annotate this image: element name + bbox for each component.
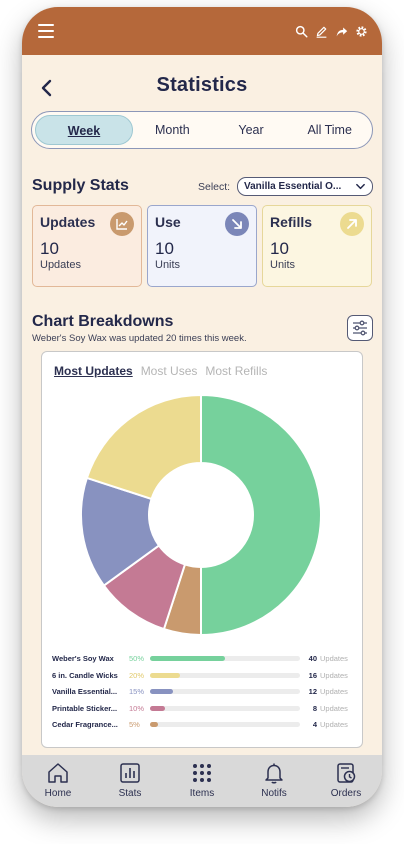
legend-row: 6 in. Candle Wicks 20% 16 Updates (52, 667, 352, 684)
donut-slice[interactable] (85, 394, 202, 501)
nav-notifs[interactable]: Notifs (242, 761, 306, 799)
chart-card: Most Updates Most Uses Most Refills Webe… (41, 351, 363, 748)
share-icon[interactable] (335, 25, 348, 38)
legend-row: Cedar Fragrance... 5% 4 Updates (52, 716, 352, 733)
legend-bar-track (150, 672, 300, 678)
tab-most-refills[interactable]: Most Refills (205, 364, 267, 378)
nav-label: Home (44, 788, 72, 799)
legend-unit: Updates (320, 687, 348, 697)
card-value: 10 (270, 239, 289, 258)
legend-unit: Updates (320, 654, 348, 663)
legend-unit: Updates (320, 720, 348, 730)
edit-pencil-icon[interactable] (315, 25, 328, 38)
legend-name: Weber's Soy Wax (52, 654, 114, 663)
nav-orders[interactable]: Orders (314, 761, 378, 799)
card-value: 10 (40, 239, 59, 258)
legend-name: Vanilla Essential... (52, 687, 118, 697)
legend-bar-track (150, 705, 300, 711)
legend-bar-fill (150, 705, 165, 711)
nav-stats[interactable]: Stats (98, 761, 162, 799)
grid-dots-icon (193, 764, 211, 782)
legend-row: Vanilla Essential... 15% 12 Updates (52, 683, 352, 700)
page-header: Statistics (22, 71, 382, 105)
legend-percent: 10% (129, 703, 145, 713)
settings-gear-icon[interactable] (355, 25, 368, 38)
card-unit: Units (155, 259, 181, 271)
legend-unit: Updates (320, 670, 348, 680)
chevron-down-icon[interactable] (355, 181, 366, 192)
select-label: Select: (198, 181, 231, 193)
legend-bar-track (150, 689, 300, 695)
legend-bar-track (150, 722, 300, 728)
legend-name: Printable Sticker... (52, 703, 118, 713)
donut-slice[interactable] (200, 394, 322, 636)
home-icon (48, 763, 68, 783)
top-actions (295, 25, 368, 38)
chart-breakdowns-subtitle: Weber's Soy Wax was updated 20 times thi… (32, 333, 247, 344)
legend-bar-fill (150, 672, 180, 678)
legend-name: 6 in. Candle Wicks (52, 670, 118, 680)
trend-chart-icon (110, 212, 134, 236)
tab-year[interactable]: Year (212, 115, 291, 145)
search-icon[interactable] (295, 25, 308, 38)
filter-sliders-button[interactable] (347, 315, 373, 341)
chart-breakdowns-heading: Chart Breakdowns (32, 313, 174, 330)
chart-legend: Weber's Soy Wax 50% 40 Updates 6 in. Can… (52, 650, 352, 733)
legend-percent: 15% (129, 687, 145, 697)
tab-all-time[interactable]: All Time (290, 115, 369, 145)
legend-name: Cedar Fragrance... (52, 720, 118, 730)
legend-percent: 20% (129, 670, 145, 680)
legend-bar-track (150, 656, 300, 661)
nav-items[interactable]: Items (170, 761, 234, 799)
sliders-icon (353, 320, 367, 336)
legend-unit: Updates (320, 703, 348, 713)
legend-bar-fill (150, 656, 225, 661)
legend-count: 16 (308, 670, 317, 680)
legend-percent: 5% (129, 720, 140, 730)
nav-label: Orders (330, 788, 362, 799)
arrow-down-right-icon (225, 212, 249, 236)
legend-row: Weber's Soy Wax 50% 40 Updates (52, 650, 352, 667)
nav-home[interactable]: Home (26, 761, 90, 799)
legend-count: 4 (312, 720, 317, 730)
bottom-navigation: Home Stats Items Notifs Orders (22, 755, 382, 807)
tab-most-updates[interactable]: Most Updates (54, 364, 133, 378)
hamburger-menu-icon[interactable] (38, 24, 54, 38)
tab-most-uses[interactable]: Most Uses (141, 364, 198, 378)
chart-tabs: Most Updates Most Uses Most Refills (54, 364, 267, 378)
top-app-bar (22, 7, 382, 55)
donut-chart (80, 394, 322, 636)
tab-week[interactable]: Week (35, 115, 133, 145)
supply-select-dropdown[interactable]: Vanilla Essential O... (237, 177, 373, 196)
orders-clock-icon (337, 763, 356, 783)
stat-card-use[interactable]: Use 10 Units (147, 205, 257, 287)
arrow-up-right-icon (340, 212, 364, 236)
bell-icon (265, 763, 283, 784)
card-unit: Units (270, 259, 296, 271)
page-title: Statistics (156, 74, 248, 96)
legend-bar-fill (150, 722, 158, 728)
period-tabs: Week Month Year All Time (31, 111, 373, 149)
legend-percent: 50% (129, 654, 145, 663)
legend-count: 8 (312, 703, 317, 713)
nav-label: Items (189, 788, 215, 799)
legend-bar-fill (150, 689, 173, 695)
stat-card-refills[interactable]: Refills 10 Units (262, 205, 372, 287)
nav-label: Stats (118, 788, 142, 799)
card-unit: Updates (40, 259, 81, 271)
supply-stats-heading: Supply Stats (32, 177, 129, 194)
tab-month[interactable]: Month (133, 115, 212, 145)
stats-icon (120, 763, 140, 783)
nav-label: Notifs (261, 788, 287, 799)
phone-frame: Statistics Week Month Year All Time Supp… (22, 7, 382, 807)
card-value: 10 (155, 239, 174, 258)
legend-count: 12 (308, 687, 317, 697)
legend-row: Printable Sticker... 10% 8 Updates (52, 700, 352, 717)
legend-count: 40 (308, 654, 317, 663)
stat-card-updates[interactable]: Updates 10 Updates (32, 205, 142, 287)
